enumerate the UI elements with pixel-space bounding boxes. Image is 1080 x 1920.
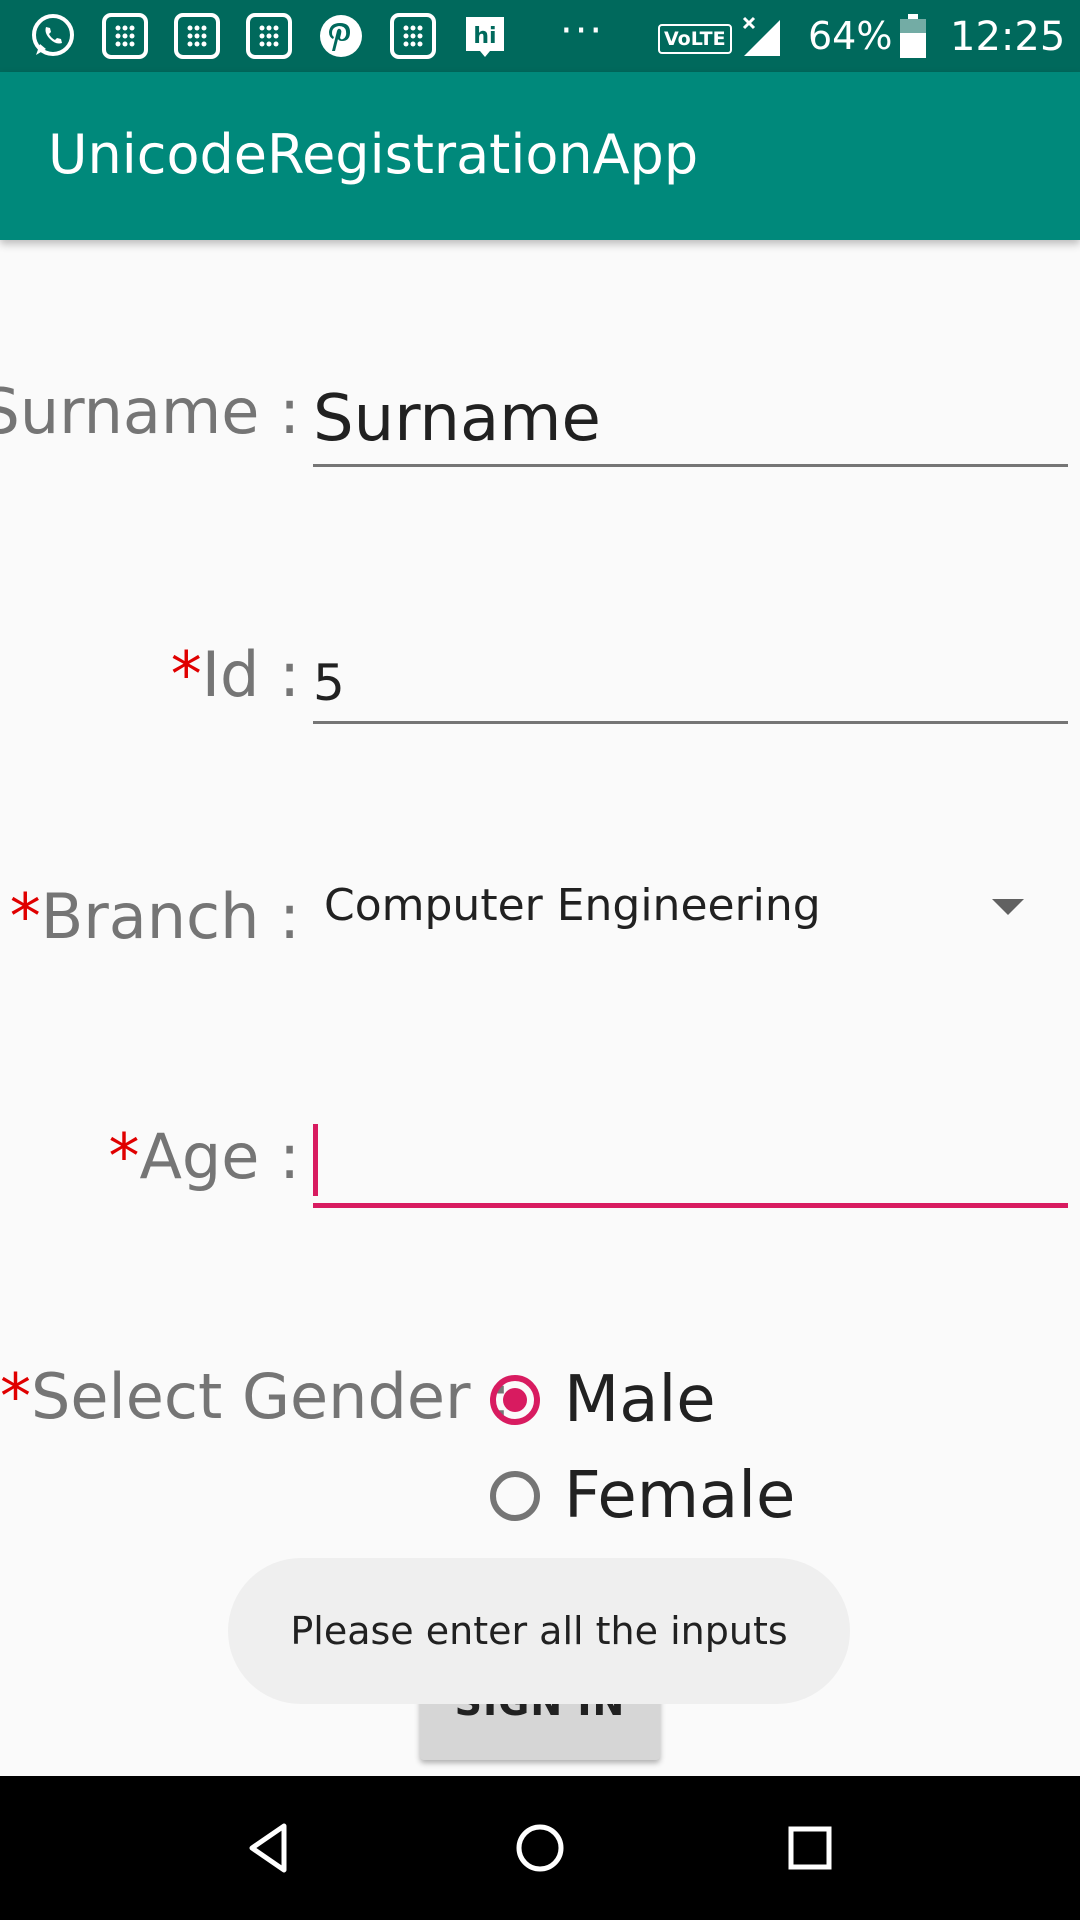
- surname-input[interactable]: Surname: [313, 382, 601, 456]
- whatsapp-icon: [32, 14, 74, 56]
- required-mark: *: [9, 880, 41, 953]
- overflow-icon: ···: [560, 8, 605, 54]
- surname-label: Surname :: [0, 375, 300, 448]
- radio-button-checked[interactable]: [490, 1375, 540, 1425]
- radio-label-male[interactable]: Male: [564, 1363, 716, 1437]
- calendar-icon: [102, 13, 148, 59]
- app-title: UnicodeRegistrationApp: [48, 123, 699, 186]
- radio-button-unchecked[interactable]: [490, 1471, 540, 1521]
- branch-label: *Branch :: [9, 880, 300, 953]
- chevron-down-icon[interactable]: [992, 899, 1024, 915]
- id-input[interactable]: 5: [313, 654, 345, 712]
- calendar-icon: [390, 13, 436, 59]
- screen: hi ··· VoLTE 64% 12:25 UnicodeRegistrati…: [0, 0, 1080, 1920]
- pinterest-icon: [320, 15, 362, 57]
- age-label: *Age :: [108, 1120, 300, 1193]
- toast-message: Please enter all the inputs: [228, 1558, 850, 1704]
- volte-badge: VoLTE: [658, 24, 732, 54]
- battery-icon: [900, 14, 926, 58]
- age-input[interactable]: [320, 1124, 1060, 1204]
- signal-icon: [742, 16, 780, 56]
- calendar-icon: [174, 13, 220, 59]
- svg-text:hi: hi: [473, 24, 496, 49]
- navigation-bar: [0, 1776, 1080, 1920]
- calendar-icon: [246, 13, 292, 59]
- battery-percent: 64%: [808, 14, 893, 58]
- surname-underline: [313, 464, 1068, 467]
- text-cursor: [313, 1124, 318, 1196]
- app-bar: UnicodeRegistrationApp: [0, 72, 1080, 240]
- clock: 12:25: [950, 14, 1066, 60]
- recents-icon[interactable]: [780, 1818, 840, 1878]
- home-icon[interactable]: [510, 1818, 570, 1878]
- hike-icon: hi: [466, 17, 504, 57]
- radio-label-female[interactable]: Female: [564, 1459, 795, 1533]
- required-mark: *: [108, 1120, 140, 1193]
- id-label: *Id :: [170, 638, 300, 711]
- gender-label: *Select Gender :: [0, 1360, 512, 1433]
- id-underline: [313, 721, 1068, 724]
- status-bar: hi ··· VoLTE 64% 12:25: [0, 0, 1080, 72]
- required-mark: *: [0, 1360, 31, 1433]
- age-underline: [313, 1203, 1068, 1208]
- branch-spinner[interactable]: Computer Engineering: [324, 880, 821, 931]
- back-icon[interactable]: [240, 1818, 300, 1878]
- required-mark: *: [170, 638, 202, 711]
